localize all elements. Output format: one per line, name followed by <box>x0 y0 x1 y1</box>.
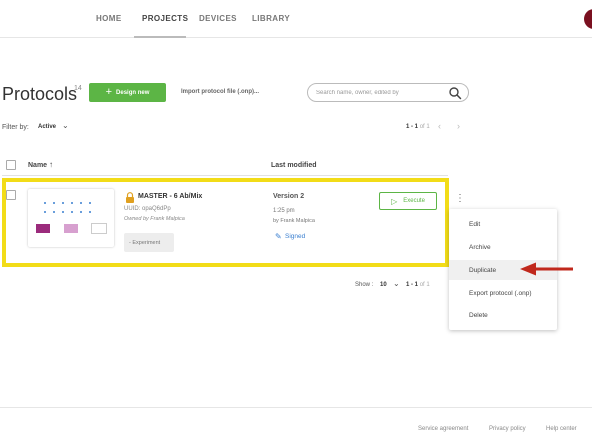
footer-divider <box>0 407 592 408</box>
pagination-top-of: of 1 <box>419 124 430 130</box>
menu-item-archive[interactable]: Archive <box>449 237 557 257</box>
search-icon[interactable] <box>448 86 462 100</box>
design-new-label: Design new <box>116 89 150 96</box>
import-protocol-link[interactable]: Import protocol file (.onp)... <box>181 89 259 95</box>
sort-ascending-icon[interactable]: ↑ <box>49 160 53 169</box>
plus-icon: + <box>105 86 113 98</box>
page-size-select[interactable]: 10 <box>380 282 387 288</box>
nav-devices[interactable]: DEVICES <box>199 14 237 23</box>
nav-library[interactable]: LIBRARY <box>252 14 290 23</box>
nav-projects[interactable]: PROJECTS <box>142 14 188 23</box>
select-all-checkbox[interactable] <box>6 160 16 170</box>
pagination-top-range: 1 - 1 of 1 <box>406 124 430 130</box>
next-page-icon[interactable]: › <box>457 121 460 131</box>
menu-item-export[interactable]: Export protocol (.onp) <box>449 283 557 303</box>
filter-label: Filter by: <box>2 124 29 131</box>
protocol-count: 14 <box>74 85 82 92</box>
menu-item-delete[interactable]: Delete <box>449 305 557 325</box>
filter-select[interactable]: Active <box>38 124 56 130</box>
chevron-down-icon[interactable]: ⌄ <box>62 121 69 130</box>
more-options-icon[interactable]: ⋮ <box>455 194 465 204</box>
footer-service-agreement[interactable]: Service agreement <box>418 426 468 432</box>
footer-privacy-policy[interactable]: Privacy policy <box>489 426 526 432</box>
pagination-bottom-of: of 1 <box>419 282 430 288</box>
search-box <box>307 83 469 102</box>
user-avatar[interactable] <box>584 9 592 29</box>
menu-item-edit[interactable]: Edit <box>449 214 557 234</box>
top-navigation: HOME PROJECTS DEVICES LIBRARY <box>0 0 592 38</box>
nav-active-indicator <box>134 36 186 38</box>
column-header-last-modified[interactable]: Last modified <box>271 162 317 169</box>
search-input[interactable] <box>316 87 442 98</box>
pagination-top-range-value: 1 - 1 <box>406 124 419 130</box>
footer-help-center[interactable]: Help center <box>546 426 577 432</box>
highlight-box <box>2 178 449 267</box>
nav-home[interactable]: HOME <box>96 14 122 23</box>
table-header-divider <box>2 175 448 176</box>
chevron-down-icon[interactable]: ⌄ <box>393 279 400 288</box>
design-new-button[interactable]: + Design new <box>89 83 166 102</box>
previous-page-icon[interactable]: ‹ <box>438 121 441 131</box>
pagination-bottom-range-value: 1 - 1 <box>406 282 419 288</box>
red-arrow-annotation <box>520 262 573 276</box>
show-label: Show : <box>355 282 374 288</box>
column-header-name[interactable]: Name <box>28 162 47 169</box>
pagination-bottom-range: 1 - 1 of 1 <box>406 282 430 288</box>
page-title: Protocols <box>2 84 78 104</box>
